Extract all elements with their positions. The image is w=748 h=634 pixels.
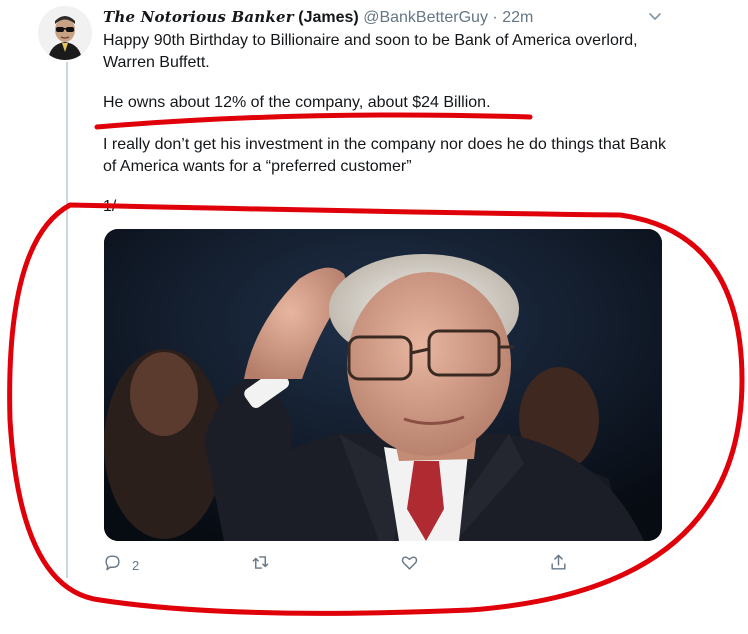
page-background xyxy=(28,578,678,634)
share-icon xyxy=(549,553,568,577)
tweet-text-paragraph: I really don’t get his investment in the… xyxy=(103,136,666,175)
retweet-button[interactable] xyxy=(251,554,270,576)
portrait-photo xyxy=(104,229,662,541)
reply-button[interactable]: 2 xyxy=(103,554,139,576)
thread-line xyxy=(66,62,68,578)
tweet-text-paragraph: Happy 90th Birthday to Billionaire and s… xyxy=(103,32,638,71)
user-handle[interactable]: @BankBetterGuy xyxy=(363,9,488,26)
tweet-text-paragraph: He owns about 12% of the company, about … xyxy=(103,94,491,111)
tweet-header: The Notorious Banker (James) @BankBetter… xyxy=(103,6,663,28)
chevron-down-icon[interactable] xyxy=(647,8,663,24)
reply-count: 2 xyxy=(132,557,140,573)
display-name[interactable]: The Notorious Banker xyxy=(103,8,294,26)
separator-dot: · xyxy=(492,9,498,26)
avatar-image xyxy=(38,6,92,60)
share-button[interactable] xyxy=(549,554,568,576)
tweet-text-paragraph: 1/ xyxy=(103,198,117,215)
retweet-icon xyxy=(251,553,270,577)
tweet-photo[interactable] xyxy=(104,229,662,541)
timestamp[interactable]: 22m xyxy=(502,9,533,26)
display-name-suffix[interactable]: (James) xyxy=(298,9,358,26)
heart-icon xyxy=(400,553,419,577)
reply-icon xyxy=(103,553,122,577)
avatar[interactable] xyxy=(38,6,92,60)
tweet-actions: 2 xyxy=(103,554,573,576)
like-button[interactable] xyxy=(400,554,419,576)
